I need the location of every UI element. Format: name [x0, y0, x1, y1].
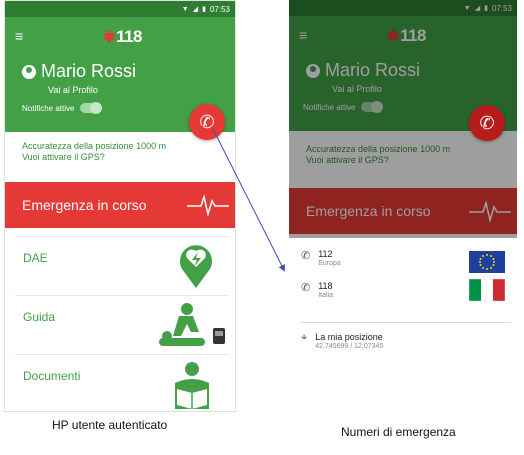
flow-arrow — [212, 128, 285, 272]
caption-right: Numeri di emergenza — [341, 425, 456, 439]
caption-left: HP utente autenticato — [52, 418, 168, 432]
